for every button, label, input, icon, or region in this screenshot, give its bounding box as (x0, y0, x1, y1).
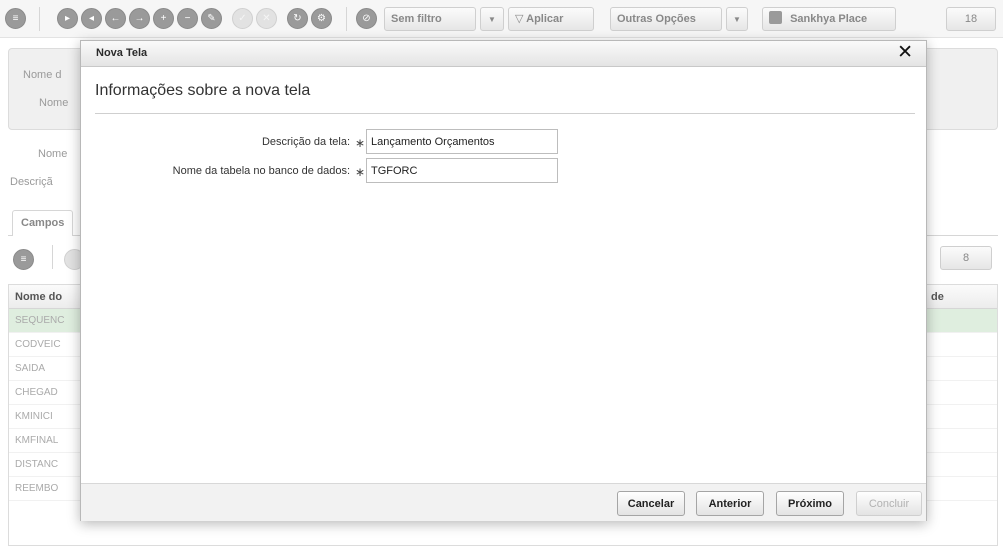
table-cell: CODVEIC (15, 339, 61, 350)
table-name-input[interactable] (366, 158, 558, 183)
dialog-heading: Informações sobre a nova tela (95, 82, 311, 99)
toolbar-separator (39, 7, 40, 31)
filter-clear-icon[interactable]: ⊘ (356, 8, 377, 29)
sankhya-place-label: Sankhya Place (790, 13, 868, 25)
description-label: Descrição da tela: (261, 136, 350, 148)
apply-filter-label: Aplicar (526, 13, 564, 25)
more-options-dropdown[interactable]: ▼ (726, 7, 748, 31)
description-field-label: Descriçã (10, 176, 53, 188)
grid-count-value: 8 (962, 252, 970, 264)
tab-campos-label: Campos (21, 217, 65, 229)
more-options-label: Outras Opções (617, 13, 696, 25)
grid-menu-icon[interactable]: ≡ (13, 249, 34, 270)
arrow-left-icon[interactable]: ← (105, 8, 126, 29)
check-icon: ✓ (232, 8, 253, 29)
required-icon: ∗ (355, 165, 366, 179)
place-icon (769, 11, 782, 24)
dialog-title: Nova Tela (96, 47, 148, 59)
filter-label: Nome d (23, 69, 62, 81)
sankhya-place-button[interactable]: Sankhya Place (762, 7, 896, 31)
tab-campos[interactable]: Campos (12, 210, 74, 236)
more-options-button[interactable]: Outras Opções (610, 7, 722, 31)
chevron-down-icon: ▼ (733, 15, 741, 24)
new-screen-dialog: Nova Tela ✕ Informações sobre a nova tel… (80, 40, 927, 521)
main-toolbar: ≡ ▸ ◂ ← → + − ✎ ✓ ✕ ↻ ⚙ ⊘ Sem filtro ▼ ▽… (0, 0, 1003, 38)
arrow-right-icon[interactable]: → (129, 8, 150, 29)
heading-divider (95, 113, 915, 114)
required-icon: ∗ (355, 136, 366, 150)
grid-header-name: Nome do (15, 291, 63, 303)
grid-count-field[interactable]: 8 (940, 246, 992, 270)
dialog-title-bar[interactable]: Nova Tela ✕ (81, 41, 926, 67)
record-count-value: 18 (964, 13, 978, 25)
edit-icon[interactable]: ✎ (201, 8, 222, 29)
table-cell: KMINICI (15, 411, 53, 422)
settings-icon[interactable]: ⚙ (311, 8, 332, 29)
funnel-icon: ▽ (515, 13, 524, 25)
grid-header-right: de (931, 291, 944, 303)
filter-dropdown-button[interactable]: ▼ (480, 7, 504, 31)
cancel-icon: ✕ (256, 8, 277, 29)
table-cell: SAIDA (15, 363, 46, 374)
menu-icon[interactable]: ≡ (5, 8, 26, 29)
table-name-label: Nome da tabela no banco de dados: (172, 165, 350, 177)
grid-separator (52, 245, 53, 269)
close-icon[interactable]: ✕ (897, 42, 913, 64)
dialog-footer: Cancelar Anterior Próximo Concluir (81, 483, 926, 521)
description-row: Descrição da tela: (81, 129, 350, 155)
chevron-down-icon: ▼ (488, 15, 496, 24)
table-cell: KMFINAL (15, 435, 59, 446)
cancel-button[interactable]: Cancelar (617, 491, 685, 516)
filter-select-label: Sem filtro (391, 13, 442, 25)
add-icon[interactable]: + (153, 8, 174, 29)
finish-button: Concluir (856, 491, 922, 516)
play-icon[interactable]: ▸ (57, 8, 78, 29)
refresh-icon[interactable]: ↻ (287, 8, 308, 29)
previous-icon[interactable]: ◂ (81, 8, 102, 29)
screen-description-input[interactable] (366, 129, 558, 154)
filter-select[interactable]: Sem filtro (384, 7, 476, 31)
apply-filter-button[interactable]: ▽ Aplicar (508, 7, 594, 31)
table-cell: SEQUENC (15, 315, 65, 326)
toolbar-separator (346, 7, 347, 31)
table-cell: REEMBO (15, 483, 59, 494)
remove-icon[interactable]: − (177, 8, 198, 29)
filter-label: Nome (39, 97, 69, 109)
table-cell: CHEGAD (15, 387, 58, 398)
table-name-row: Nome da tabela no banco de dados: (81, 158, 350, 184)
previous-button[interactable]: Anterior (696, 491, 764, 516)
next-button[interactable]: Próximo (776, 491, 844, 516)
record-count-field[interactable]: 18 (946, 7, 996, 31)
name-field-label: Nome (38, 148, 68, 160)
table-cell: DISTANC (15, 459, 59, 470)
